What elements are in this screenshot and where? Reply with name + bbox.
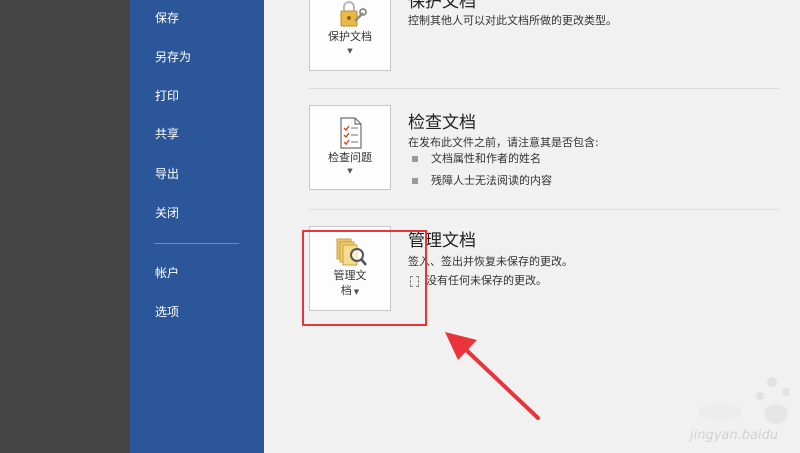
manage-document-description: 签入、签出并恢复未保存的更改。 (408, 255, 573, 268)
chevron-down-icon: ▼ (347, 47, 353, 55)
protect-document-label: 保护文档 (328, 30, 372, 43)
inspect-document-label: 检查问题 (328, 151, 372, 164)
inspect-document-description: 在发布此文件之前，请注意其是否包含: (408, 136, 599, 149)
sidebar-item-save-as[interactable]: 另存为 (130, 41, 264, 73)
manage-document-status: 没有任何未保存的更改。 (408, 273, 547, 289)
protect-document-description: 控制其他人可以对此文档所做的更改类型。 (408, 14, 617, 27)
chevron-down-icon: ▼ (347, 167, 353, 175)
sidebar-divider (154, 243, 239, 244)
inspect-document-button[interactable]: 检查问题 ▼ (309, 105, 391, 190)
inspect-checklist-icon (340, 117, 362, 149)
bullet-icon (412, 155, 418, 162)
sidebar-item-account[interactable]: 帐户 (130, 257, 264, 289)
sidebar-item-share[interactable]: 共享 (130, 118, 264, 150)
protect-document-button[interactable]: 保护文档 ▼ (309, 0, 391, 71)
backstage-sidebar: 保存 另存为 打印 共享 导出 关闭 帐户 选项 (130, 0, 264, 453)
background-window-strip (0, 0, 130, 453)
sidebar-item-options[interactable]: 选项 (130, 296, 264, 328)
annotation-highlight-box (302, 230, 427, 326)
sidebar-item-close[interactable]: 关闭 (130, 197, 264, 229)
section-divider (309, 88, 779, 89)
section-divider (309, 209, 779, 210)
sidebar-item-print[interactable]: 打印 (130, 80, 264, 112)
list-item: 文档属性和作者的姓名 (408, 151, 541, 167)
protect-document-title: 保护文档 (408, 0, 476, 12)
sidebar-item-export[interactable]: 导出 (130, 158, 264, 190)
inspect-document-title: 检查文档 (408, 113, 476, 133)
bullet-icon (412, 177, 418, 184)
watermark-text: jingyan.baidu (690, 428, 779, 443)
lock-key-icon (340, 1, 367, 27)
sidebar-item-save[interactable]: 保存 (130, 2, 264, 34)
list-item: 残障人士无法阅读的内容 (408, 173, 552, 189)
